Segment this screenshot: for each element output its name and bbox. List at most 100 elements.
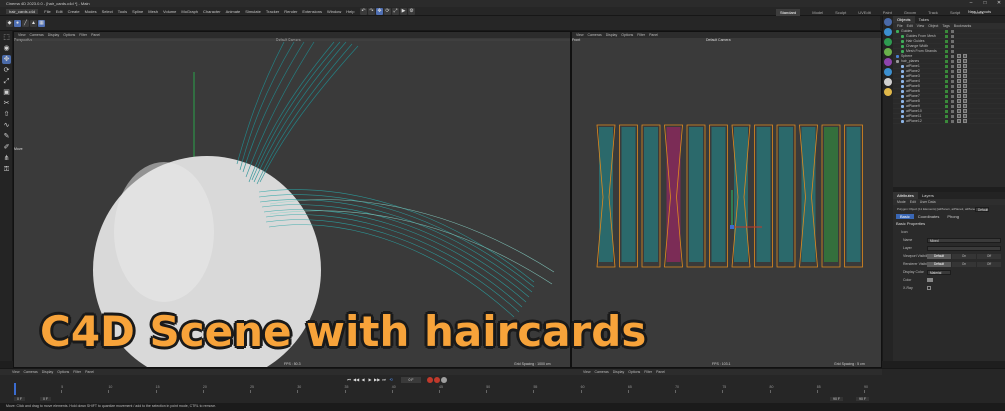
render-dot[interactable] — [951, 75, 954, 78]
tr-menu-display[interactable]: Display — [613, 370, 624, 374]
material-tag-icon[interactable] — [963, 54, 967, 59]
next-key-button[interactable]: ▶▶ — [374, 377, 380, 383]
frame-field[interactable]: 0 F — [401, 377, 421, 383]
light-icon[interactable] — [884, 88, 892, 96]
xray-checkbox[interactable] — [927, 286, 931, 290]
timeline-ruler[interactable]: 051015202530354045505560657075808590 — [14, 384, 868, 394]
tab-attributes[interactable]: Attributes — [893, 192, 918, 199]
extrude-icon[interactable]: ⇧ — [2, 110, 11, 119]
layout-tab-groom[interactable]: Groom — [904, 10, 916, 15]
material-tag-icon[interactable] — [957, 114, 961, 119]
preview-end-field[interactable]: 90 F — [830, 397, 844, 401]
render-settings-icon[interactable]: ⚙ — [408, 8, 415, 15]
layer-input[interactable] — [927, 245, 1001, 251]
rotate-tool-icon[interactable]: ⟳ — [384, 8, 391, 15]
new-layouts-button[interactable]: New Layouts — [968, 9, 991, 14]
field-icon[interactable] — [884, 68, 892, 76]
menu-item-help[interactable]: Help — [346, 9, 354, 14]
knife-icon[interactable]: ✂ — [2, 99, 11, 108]
menu-item-modes[interactable]: Modes — [85, 9, 97, 14]
tr-menu-panel[interactable]: Panel — [656, 370, 665, 374]
visibility-dot[interactable] — [945, 30, 948, 33]
material-tag-icon[interactable] — [957, 104, 961, 109]
playhead[interactable] — [14, 383, 16, 395]
menu-item-tools[interactable]: Tools — [118, 9, 127, 14]
visibility-dot[interactable] — [945, 85, 948, 88]
scale-tool-icon[interactable]: ⤢ — [392, 8, 399, 15]
tab-layers[interactable]: Layers — [918, 192, 938, 199]
current-frame-field[interactable]: 0 F — [40, 397, 52, 401]
color-swatch[interactable] — [927, 278, 933, 282]
select-tool-icon[interactable]: ⬚ — [2, 33, 11, 42]
viewport-vis-default[interactable]: Default — [927, 253, 951, 259]
render-dot[interactable] — [951, 85, 954, 88]
material-tag-icon[interactable] — [957, 74, 961, 79]
visibility-dot[interactable] — [945, 50, 948, 53]
prev-frame-button[interactable]: ◀ — [360, 377, 366, 383]
menu-item-mesh[interactable]: Mesh — [148, 9, 158, 14]
material-tag-icon[interactable] — [963, 74, 967, 79]
menu-item-edit[interactable]: Edit — [56, 9, 63, 14]
start-frame-field[interactable]: 0 F — [14, 397, 26, 401]
material-tag-icon[interactable] — [957, 54, 961, 59]
menu-item-animate[interactable]: Animate — [226, 9, 241, 14]
material-tag-icon[interactable] — [963, 94, 967, 99]
material-tag-icon[interactable] — [963, 109, 967, 114]
subdivision-icon[interactable] — [884, 38, 892, 46]
edges-mode-icon[interactable]: ╱ — [22, 19, 29, 27]
go-end-button[interactable]: ⏭ — [381, 377, 387, 383]
menu-item-spline[interactable]: Spline — [132, 9, 143, 14]
object-name[interactable]: atPlane12 — [906, 119, 922, 124]
material-tag-icon[interactable] — [963, 99, 967, 104]
render-dot[interactable] — [951, 60, 954, 63]
render-dot[interactable] — [951, 30, 954, 33]
menu-item-simulate[interactable]: Simulate — [245, 9, 261, 14]
material-tag-icon[interactable] — [957, 84, 961, 89]
render-dot[interactable] — [951, 70, 954, 73]
material-tag-icon[interactable] — [957, 99, 961, 104]
layout-tab-model[interactable]: Model — [812, 10, 823, 15]
render-dot[interactable] — [951, 105, 954, 108]
render-dot[interactable] — [951, 55, 954, 58]
material-tag-icon[interactable] — [957, 79, 961, 84]
render-dot[interactable] — [951, 95, 954, 98]
render-dot[interactable] — [951, 120, 954, 123]
pen-spline-icon[interactable] — [884, 28, 892, 36]
material-tag-icon[interactable] — [963, 84, 967, 89]
menu-item-mograph[interactable]: MoGraph — [181, 9, 198, 14]
move-icon[interactable]: ✥ — [2, 55, 11, 64]
menu-item-select[interactable]: Select — [102, 9, 113, 14]
play-button[interactable]: ▶ — [367, 377, 373, 383]
menu-item-window[interactable]: Window — [327, 9, 341, 14]
layout-tab-paint[interactable]: Paint — [883, 10, 892, 15]
visibility-dot[interactable] — [945, 55, 948, 58]
box-select-icon[interactable]: ▣ — [2, 88, 11, 97]
viewport-vis-on[interactable]: On — [952, 253, 976, 259]
lock-icon[interactable]: ⚿ — [2, 165, 11, 174]
render-dot[interactable] — [951, 65, 954, 68]
material-tag-icon[interactable] — [963, 119, 967, 124]
mode-dropdown[interactable]: Default — [975, 206, 989, 212]
visibility-dot[interactable] — [945, 120, 948, 123]
go-start-button[interactable]: ⏮ — [346, 377, 352, 383]
render-dot[interactable] — [951, 45, 954, 48]
file-tab[interactable]: hair_cards.c4d — [6, 8, 39, 14]
visibility-dot[interactable] — [945, 70, 948, 73]
scale-icon[interactable]: ⤢ — [2, 77, 11, 86]
tl-menu-cameras[interactable]: Cameras — [24, 370, 38, 374]
tl-menu-view[interactable]: View — [12, 370, 20, 374]
tab-objects[interactable]: Objects — [893, 16, 915, 23]
tab-takes[interactable]: Takes — [915, 16, 933, 23]
visibility-dot[interactable] — [945, 100, 948, 103]
tr-menu-view[interactable]: View — [583, 370, 591, 374]
cloner-icon[interactable] — [884, 48, 892, 56]
visibility-dot[interactable] — [945, 45, 948, 48]
prev-key-button[interactable]: ◀◀ — [353, 377, 359, 383]
pen-icon[interactable]: ✎ — [2, 132, 11, 141]
tl-menu-panel[interactable]: Panel — [85, 370, 94, 374]
close-button[interactable]: ✕ — [994, 1, 1004, 6]
tl-menu-filter[interactable]: Filter — [73, 370, 81, 374]
material-tag-icon[interactable] — [957, 69, 961, 74]
brush-icon[interactable]: ✐ — [2, 143, 11, 152]
menu-item-create[interactable]: Create — [68, 9, 80, 14]
